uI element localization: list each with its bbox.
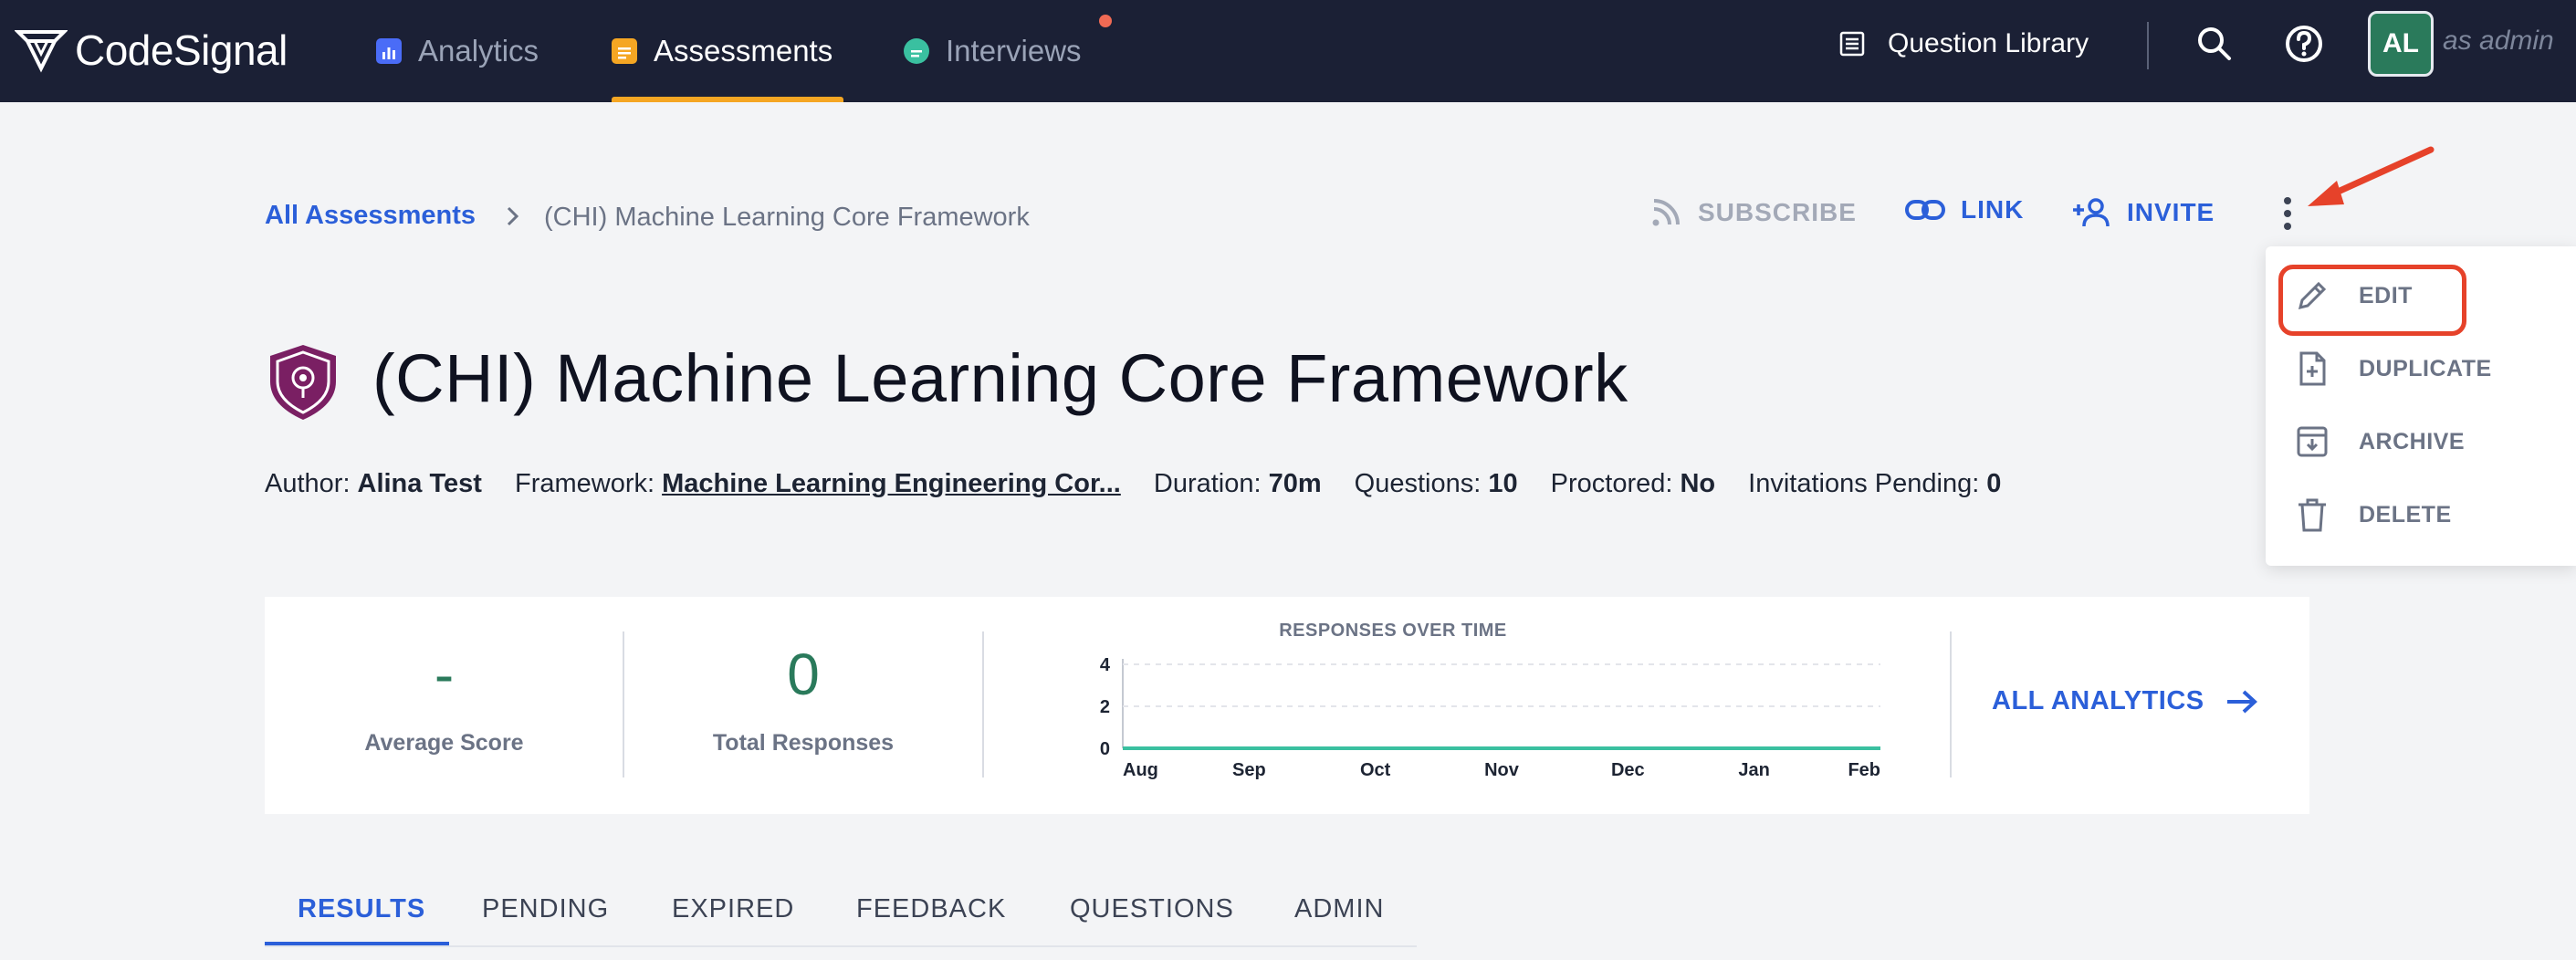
average-score-label: Average Score: [364, 730, 524, 756]
shield-icon: [270, 345, 336, 420]
meta-duration: Duration: 70m: [1154, 469, 1322, 498]
question-library-link[interactable]: Question Library: [1838, 0, 2089, 88]
avatar-initials: AL: [2382, 28, 2419, 58]
assessment-meta: Author: Alina Test Framework: Machine Lear…: [265, 469, 2026, 499]
nav-tab-interviews[interactable]: Interviews: [904, 0, 1082, 102]
chevron-right-icon: [507, 206, 519, 226]
top-navigation-bar: CodeSignal Analytics Assessments Intervi…: [0, 0, 2576, 102]
chart-y-tick-label: 2: [1100, 697, 1110, 717]
chart-x-tick-label: Nov: [1484, 760, 1520, 780]
brand-name: CodeSignal: [75, 26, 288, 74]
more-dot-icon: [2284, 223, 2291, 230]
chart-y-tick-label: 4: [1100, 655, 1111, 675]
nav-divider: [2147, 22, 2149, 69]
notification-dot: [1099, 15, 1112, 27]
nav-tab-interviews-label: Interviews: [946, 34, 1082, 68]
edit-highlight-annotation: [2278, 265, 2466, 336]
analytics-icon: [376, 38, 402, 64]
meta-author-label: Author:: [265, 469, 351, 498]
subscribe-label: SUBSCRIBE: [1698, 198, 1857, 226]
meta-duration-value: 70m: [1268, 469, 1322, 498]
stats-divider: [1950, 631, 1952, 777]
chart-x-tick-label: Jan: [1738, 760, 1769, 780]
chart-y-tick-label: 0: [1100, 739, 1110, 759]
chart-x-tick-label: Feb: [1848, 760, 1880, 780]
meta-proctored-value: No: [1680, 469, 1716, 498]
add-person-icon: [2073, 198, 2110, 227]
menu-item-archive[interactable]: ARCHIVE: [2293, 414, 2465, 469]
chart-x-tick-label: Dec: [1611, 760, 1645, 780]
meta-invitations-label: Invitations Pending:: [1748, 469, 1980, 498]
avatar[interactable]: AL: [2368, 11, 2434, 77]
nav-tab-analytics-label: Analytics: [418, 34, 539, 68]
menu-item-duplicate[interactable]: DUPLICATE: [2293, 341, 2492, 396]
tab-expired[interactable]: EXPIRED: [672, 894, 794, 924]
meta-author: Author: Alina Test: [265, 469, 482, 498]
total-responses-label: Total Responses: [712, 730, 895, 756]
search-icon[interactable]: [2191, 20, 2238, 68]
chart-x-tick-label: Sep: [1232, 760, 1266, 780]
framework-link[interactable]: Machine Learning Engineering Cor...: [662, 469, 1121, 498]
link-icon: [1905, 200, 1945, 220]
tab-results[interactable]: RESULTS: [298, 894, 425, 924]
tab-questions[interactable]: QUESTIONS: [1070, 894, 1234, 924]
page-title: (CHI) Machine Learning Core Framework: [372, 340, 1628, 416]
archive-icon: [2297, 426, 2328, 457]
help-icon[interactable]: [2280, 20, 2328, 68]
red-arrow-annotation-icon: [2308, 146, 2435, 206]
results-tabs: RESULTS PENDING EXPIRED FEEDBACK QUESTIO…: [265, 874, 1417, 947]
stats-divider: [982, 631, 984, 777]
nav-tab-analytics[interactable]: Analytics: [376, 0, 539, 102]
question-library-label: Question Library: [1888, 28, 2089, 58]
invite-label: INVITE: [2127, 198, 2215, 226]
meta-proctored: Proctored: No: [1551, 469, 1715, 498]
list-icon: [1839, 31, 1865, 57]
tab-feedback[interactable]: FEEDBACK: [856, 894, 1006, 924]
meta-framework: Framework: Machine Learning Engineering C…: [515, 469, 1121, 498]
nav-tab-assessments[interactable]: Assessments: [612, 0, 843, 102]
meta-invitations-value: 0: [1986, 469, 2002, 498]
breadcrumb-all-assessments[interactable]: All Assessments: [265, 201, 476, 231]
average-score-value: -: [434, 642, 455, 707]
all-analytics-link[interactable]: ALL ANALYTICS: [1992, 686, 2259, 716]
breadcrumb-current: (CHI) Machine Learning Core Framework: [544, 203, 1030, 232]
trash-icon: [2299, 498, 2326, 532]
file-plus-icon: [2299, 351, 2326, 386]
meta-questions-label: Questions:: [1354, 469, 1482, 498]
total-responses-value: 0: [787, 642, 820, 707]
subscribe-button[interactable]: SUBSCRIBE: [1649, 195, 1857, 230]
meta-questions: Questions: 10: [1355, 469, 1518, 498]
invite-button[interactable]: INVITE: [2070, 195, 2215, 230]
chart-x-tick-label: Aug: [1123, 760, 1158, 780]
assessments-icon: [612, 38, 637, 64]
codesignal-logo-icon: [15, 30, 68, 73]
meta-framework-label: Framework:: [515, 469, 655, 498]
tab-admin[interactable]: ADMIN: [1294, 894, 1384, 924]
rss-icon: [1652, 199, 1680, 226]
link-label: LINK: [1961, 195, 2025, 224]
arrow-right-icon: [2226, 690, 2257, 713]
tab-pending[interactable]: PENDING: [482, 894, 609, 924]
meta-questions-value: 10: [1488, 469, 1518, 498]
nav-tab-assessments-label: Assessments: [654, 34, 833, 68]
menu-item-delete-label: DELETE: [2359, 501, 2452, 527]
menu-item-archive-label: ARCHIVE: [2359, 428, 2466, 454]
chart-title: RESPONSES OVER TIME: [1279, 621, 1507, 641]
responses-over-time-chart: 0 2 4 Aug Sep Oct Nov Dec Jan Feb: [1100, 655, 1880, 780]
meta-duration-label: Duration:: [1153, 469, 1262, 498]
meta-invitations: Invitations Pending: 0: [1748, 469, 2001, 498]
meta-proctored-label: Proctored:: [1550, 469, 1673, 498]
link-button[interactable]: LINK: [1904, 195, 2024, 224]
menu-item-duplicate-label: DUPLICATE: [2359, 355, 2492, 381]
role-label: as admin: [2443, 26, 2554, 56]
menu-item-delete[interactable]: DELETE: [2293, 487, 2452, 542]
active-tab-indicator: [265, 942, 449, 945]
all-analytics-label: ALL ANALYTICS: [1992, 686, 2204, 715]
interviews-icon: [904, 38, 929, 64]
stats-card: - Average Score 0 Total Responses RESPON…: [265, 597, 2309, 814]
chart-x-tick-label: Oct: [1360, 760, 1391, 780]
meta-author-value: Alina Test: [357, 469, 482, 498]
codesignal-logo[interactable]: CodeSignal: [15, 20, 288, 80]
breadcrumb-separator: [502, 201, 524, 239]
